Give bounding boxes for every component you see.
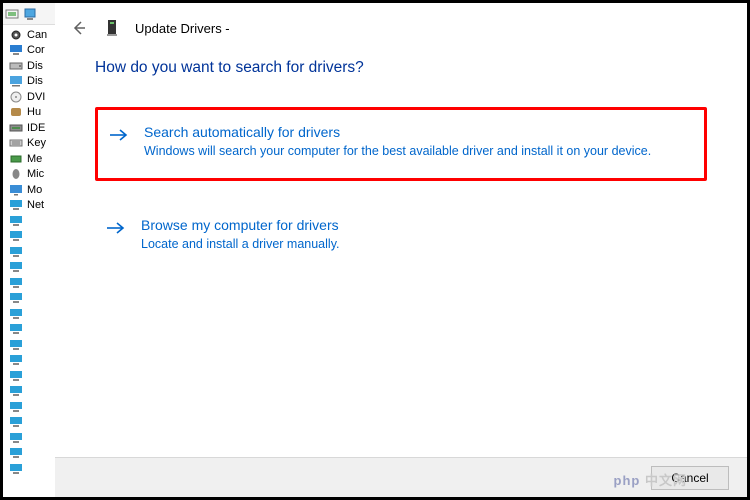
network-icon [9,199,23,211]
network-icon [9,246,23,258]
hid-icon [9,106,23,118]
tree-item-adapter[interactable] [3,399,55,415]
network-icon [9,277,23,289]
tree-item-adapter[interactable] [3,430,55,446]
tree-item-label: Mo [27,184,42,196]
tree-item-label: IDE [27,122,45,134]
tree-item-adapter[interactable] [3,275,55,291]
tree-item-adapter[interactable] [3,322,55,338]
ide-icon [9,122,23,134]
tree-item-adapter[interactable] [3,244,55,260]
computer-icon [9,44,23,56]
network-icon [9,401,23,413]
network-icon [9,447,23,459]
device-manager-tree: Can Cor Dis Dis DVI Hu IDE Key Me Mic Mo… [3,3,55,497]
tree-item-adapter[interactable] [3,415,55,431]
tree-item-adapter[interactable] [3,291,55,307]
dialog-title: Update Drivers - [135,21,230,36]
tree-item-label: Mic [27,168,44,180]
option-title: Search automatically for drivers [144,124,688,140]
mouse-icon [9,168,23,180]
update-drivers-dialog: Update Drivers - How do you want to sear… [55,3,747,497]
tree-item-display[interactable]: Dis [3,74,55,90]
tree-item-network[interactable]: Net [3,198,55,214]
tree-item-label: Cor [27,44,45,56]
dialog-header: Update Drivers - [55,3,747,53]
arrow-right-icon [105,217,127,253]
network-icon [9,354,23,366]
tree-item-ide[interactable]: IDE [3,120,55,136]
network-icon [9,261,23,273]
memory-icon [9,153,23,165]
dialog-footer: Cancel [55,457,747,497]
network-icon [9,416,23,428]
tree-item-label: Net [27,199,44,211]
keyboard-icon [9,137,23,149]
network-icon [9,308,23,320]
tree-item-label: Key [27,137,46,149]
option-browse-computer[interactable]: Browse my computer for drivers Locate an… [95,203,707,271]
tree-item-label: Hu [27,106,41,118]
cancel-button[interactable]: Cancel [651,466,729,490]
tree-item-adapter[interactable] [3,260,55,276]
tree-item-label: Dis [27,60,43,72]
tree-item-memory[interactable]: Me [3,151,55,167]
network-icon [9,339,23,351]
option-title: Browse my computer for drivers [141,217,691,233]
monitor-icon [9,184,23,196]
toolbar-icon [5,7,19,21]
tree-item-dvd[interactable]: DVI [3,89,55,105]
tree-item-label: Me [27,153,42,165]
tree-item-mouse[interactable]: Mic [3,167,55,183]
tree-item-label: DVI [27,91,45,103]
tree-item-label: Can [27,29,47,41]
tree-item-adapter[interactable] [3,337,55,353]
network-icon [9,323,23,335]
disk-icon [9,60,23,72]
tree-item-computer[interactable]: Cor [3,43,55,59]
tree-item-keyboard[interactable]: Key [3,136,55,152]
back-button[interactable] [69,18,89,38]
tree-item-adapter[interactable] [3,384,55,400]
arrow-right-icon [108,124,130,160]
dialog-question: How do you want to search for drivers? [95,59,707,77]
tree-item-hid[interactable]: Hu [3,105,55,121]
network-icon [9,292,23,304]
device-manager-toolbar [3,3,55,25]
tree-item-disk[interactable]: Dis [3,58,55,74]
dvd-icon [9,91,23,103]
tree-item-adapter[interactable] [3,368,55,384]
tree-item-monitor[interactable]: Mo [3,182,55,198]
network-icon [9,432,23,444]
camera-icon [9,29,23,41]
tree-item-adapter[interactable] [3,229,55,245]
option-description: Windows will search your computer for th… [144,143,688,160]
tree-item-cameras[interactable]: Can [3,27,55,43]
tree-item-adapter[interactable] [3,461,55,477]
network-icon [9,215,23,227]
network-icon [9,230,23,242]
network-icon [9,370,23,382]
tree-item-adapter[interactable] [3,446,55,462]
tree-item-label: Dis [27,75,43,87]
device-tree-items: Can Cor Dis Dis DVI Hu IDE Key Me Mic Mo… [3,25,55,477]
option-description: Locate and install a driver manually. [141,236,691,253]
network-icon [9,463,23,475]
tree-item-adapter[interactable] [3,353,55,369]
option-search-automatically[interactable]: Search automatically for drivers Windows… [95,107,707,181]
driver-icon [103,19,121,37]
tree-item-adapter[interactable] [3,306,55,322]
toolbar-icon [23,7,37,21]
network-icon [9,385,23,397]
tree-item-adapter[interactable] [3,213,55,229]
display-icon [9,75,23,87]
